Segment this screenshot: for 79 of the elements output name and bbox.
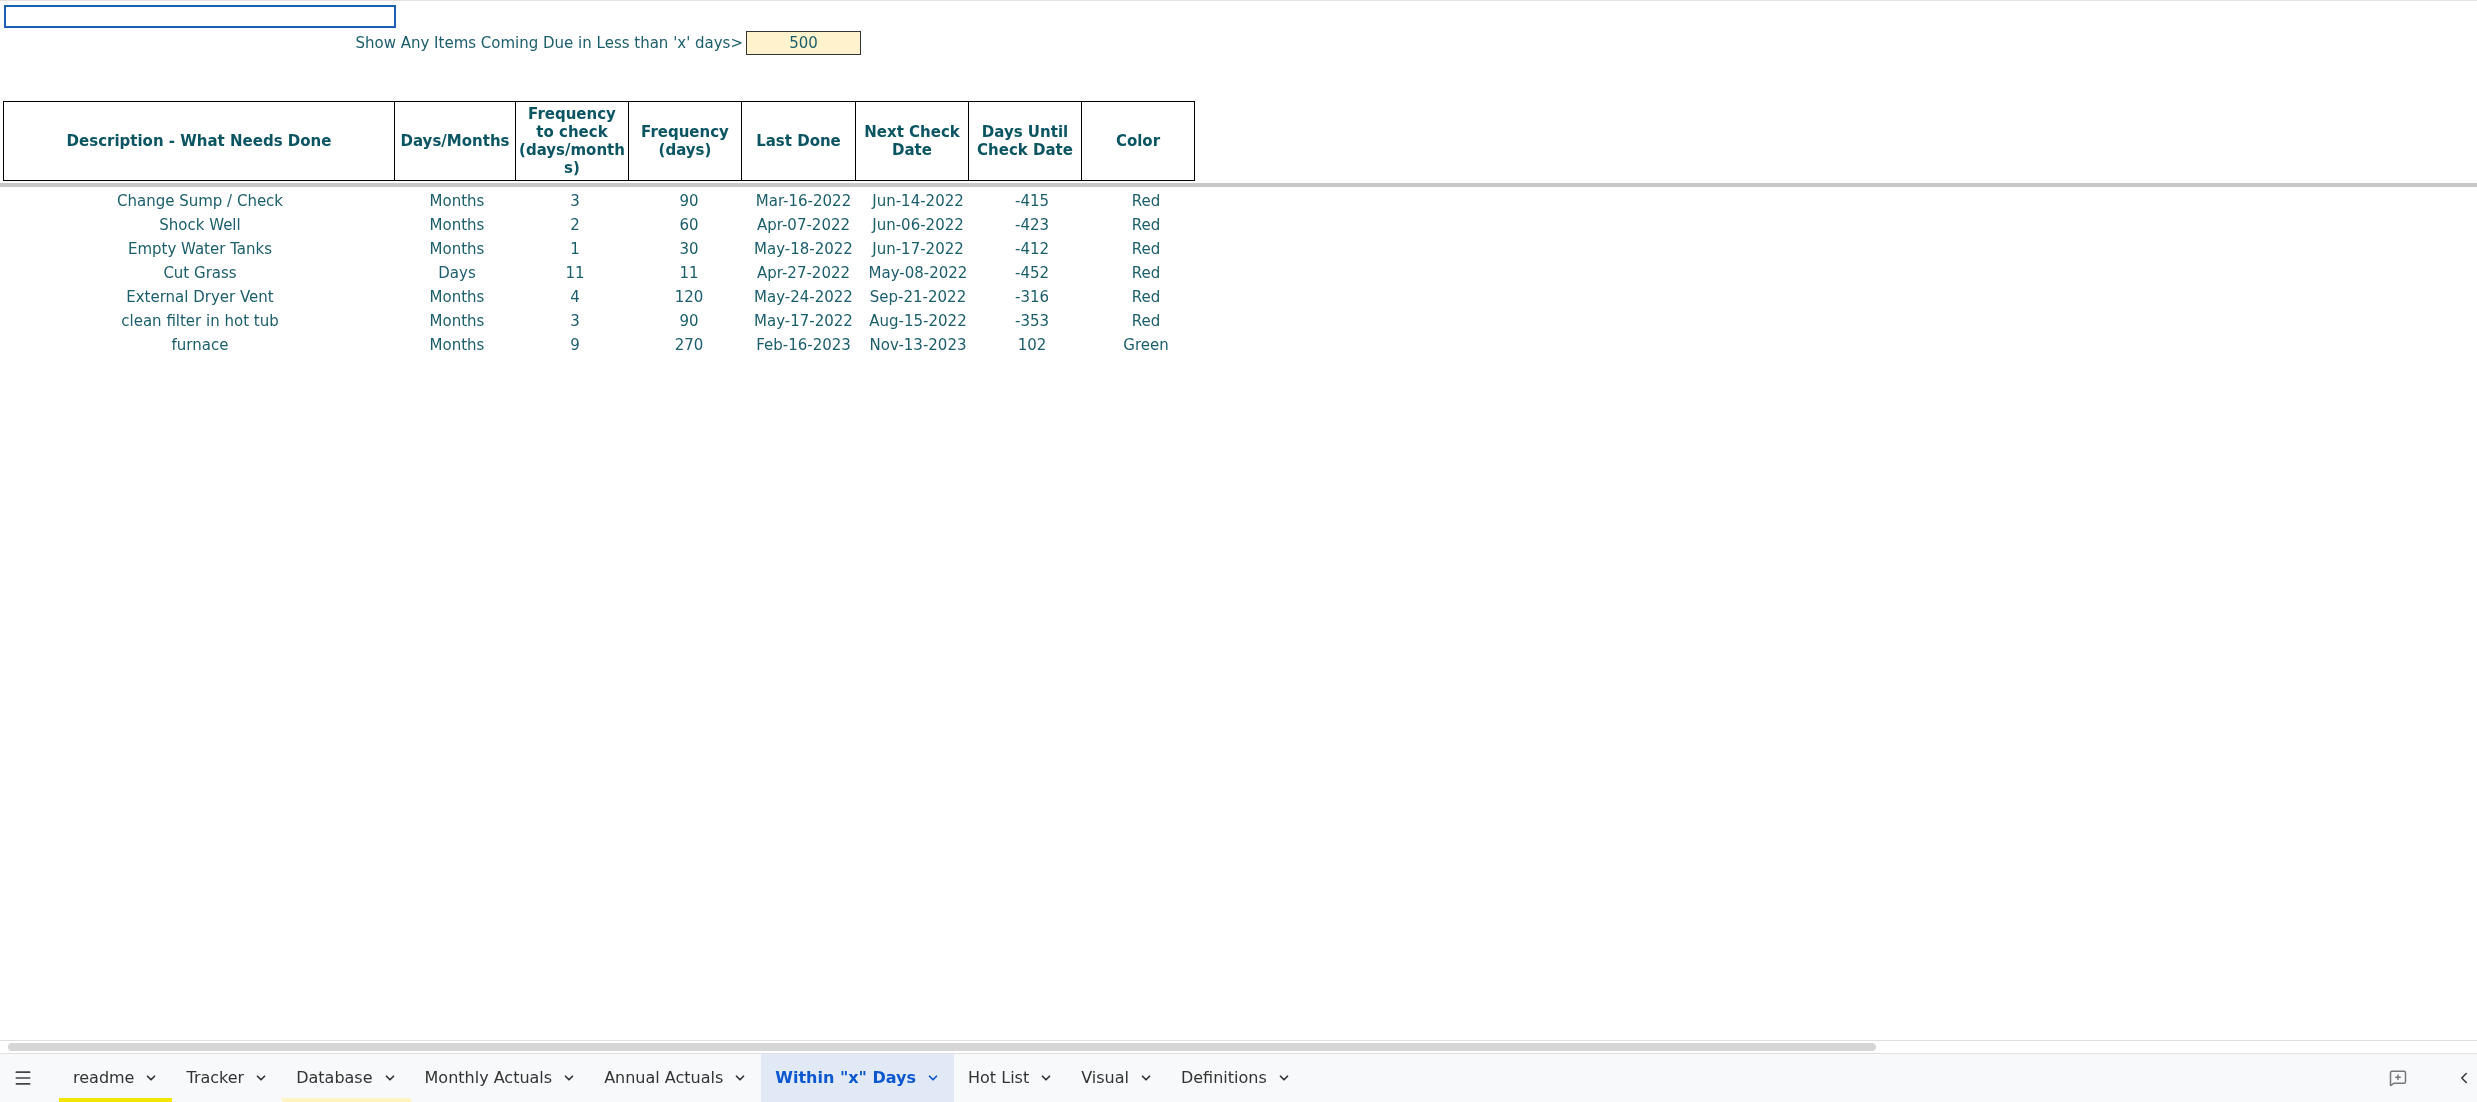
table-cell-text: Aug-15-2022 bbox=[868, 310, 968, 332]
table-cell-text: Red bbox=[1130, 190, 1162, 212]
table-cell-text: 270 bbox=[673, 334, 705, 356]
table-cell-text: Days bbox=[437, 262, 477, 284]
table-cell-text: furnace bbox=[170, 334, 230, 356]
horizontal-scrollbar[interactable] bbox=[8, 1043, 1876, 1051]
table-cell-text: -353 bbox=[1013, 310, 1050, 332]
column-header: Next Check Date bbox=[855, 101, 969, 181]
table-cell-text: Months bbox=[428, 214, 486, 236]
days-input-cell[interactable]: 500 bbox=[746, 31, 861, 55]
sheet-tab[interactable]: Database bbox=[282, 1054, 411, 1102]
table-cell-text: Mar-16-2022 bbox=[754, 190, 853, 212]
table-cell-text: 90 bbox=[678, 190, 700, 212]
table-cell-text: Red bbox=[1130, 214, 1162, 236]
table-cell-text: Change Sump / Check bbox=[115, 190, 285, 212]
table-cell-text: -316 bbox=[1013, 286, 1050, 308]
table-cell-text: Jun-14-2022 bbox=[870, 190, 965, 212]
table-cell-text: Apr-27-2022 bbox=[755, 262, 852, 284]
table-cell-text: Months bbox=[428, 310, 486, 332]
sheet-tab[interactable]: Within "x" Days bbox=[761, 1054, 955, 1102]
sheet-tab[interactable]: Tracker bbox=[172, 1054, 283, 1102]
table-cell-text: 2 bbox=[569, 214, 581, 236]
column-header: Days/Months bbox=[394, 101, 516, 181]
table-cell-text: Apr-07-2022 bbox=[755, 214, 852, 236]
table-cell-text: Red bbox=[1130, 262, 1162, 284]
table-cell-text: Red bbox=[1130, 310, 1162, 332]
sheet-tab[interactable]: Monthly Actuals bbox=[410, 1054, 591, 1102]
table-cell-text: 102 bbox=[1016, 334, 1048, 356]
sheet-tab[interactable]: Hot List bbox=[954, 1054, 1068, 1102]
table-cell-text: Jun-17-2022 bbox=[870, 238, 965, 260]
menu-icon[interactable] bbox=[13, 1068, 33, 1088]
table-cell-text: Red bbox=[1130, 286, 1162, 308]
table-cell-text: 11 bbox=[564, 262, 586, 284]
sheet-tab[interactable]: Visual bbox=[1067, 1054, 1167, 1102]
table-cell-text: Shock Well bbox=[158, 214, 242, 236]
table-cell-text: -412 bbox=[1013, 238, 1050, 260]
sheet-tab[interactable]: readme bbox=[59, 1054, 173, 1102]
sheet-tab[interactable]: Annual Actuals bbox=[590, 1054, 762, 1102]
table-cell-text: Months bbox=[428, 334, 486, 356]
table-cell-text: -415 bbox=[1013, 190, 1050, 212]
table-cell-text: 3 bbox=[569, 190, 581, 212]
table-cell-text: Jun-06-2022 bbox=[870, 214, 965, 236]
table-cell-text: May-08-2022 bbox=[867, 262, 969, 284]
table-cell-text: 11 bbox=[678, 262, 700, 284]
table-cell-text: Nov-13-2023 bbox=[868, 334, 968, 356]
table-cell-text: 30 bbox=[678, 238, 700, 260]
table-cell-text: 4 bbox=[569, 286, 581, 308]
table-cell-text: External Dryer Vent bbox=[125, 286, 275, 308]
table-cell-text: Months bbox=[428, 190, 486, 212]
column-header: Color bbox=[1081, 101, 1195, 181]
table-cell-text: -452 bbox=[1013, 262, 1050, 284]
table-cell-text: Green bbox=[1122, 334, 1170, 356]
selected-cell[interactable] bbox=[4, 5, 396, 28]
table-cell-text: 3 bbox=[569, 310, 581, 332]
table-cell-text: Cut Grass bbox=[162, 262, 238, 284]
table-cell-text: Empty Water Tanks bbox=[126, 238, 274, 260]
table-cell-text: May-18-2022 bbox=[753, 238, 854, 260]
table-cell-text: 1 bbox=[569, 238, 581, 260]
column-header: Last Done bbox=[741, 101, 856, 181]
column-header: Description - What Needs Done bbox=[3, 101, 395, 181]
table-cell-text: Months bbox=[428, 238, 486, 260]
table-cell-text: 9 bbox=[569, 334, 581, 356]
column-header: Frequency to check (days/months) bbox=[515, 101, 629, 181]
table-cell-text: Months bbox=[428, 286, 486, 308]
table-cell-text: 120 bbox=[673, 286, 705, 308]
table-cell-text: clean filter in hot tub bbox=[120, 310, 280, 332]
add-comment-icon[interactable] bbox=[2389, 1069, 2407, 1087]
column-header: Frequency (days) bbox=[628, 101, 742, 181]
column-header: Days Until Check Date bbox=[968, 101, 1082, 181]
table-cell-text: Red bbox=[1130, 238, 1162, 260]
table-cell-text: -423 bbox=[1013, 214, 1050, 236]
table-cell-text: May-17-2022 bbox=[753, 310, 854, 332]
filter-label: Show Any Items Coming Due in Less than 'x' days> bbox=[354, 32, 744, 54]
table-cell-text: 60 bbox=[678, 214, 700, 236]
table-cell-text: 90 bbox=[678, 310, 700, 332]
sheet-tab[interactable]: Definitions bbox=[1166, 1054, 1305, 1102]
table-cell-text: Sep-21-2022 bbox=[868, 286, 968, 308]
table-cell-text: Feb-16-2023 bbox=[755, 334, 852, 356]
table-cell-text: May-24-2022 bbox=[753, 286, 854, 308]
